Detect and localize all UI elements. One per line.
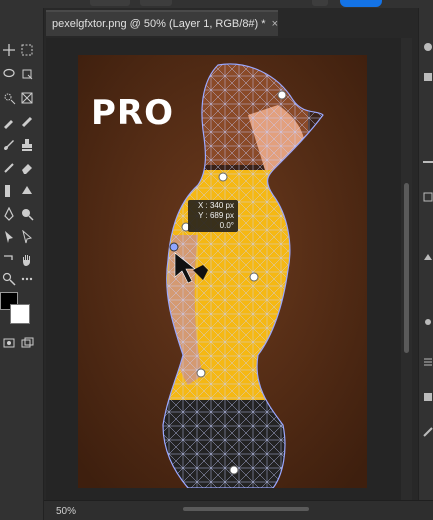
custom-shape-icon[interactable] [0,251,18,269]
commit-button[interactable] [340,0,382,7]
readout-angle: 0.0° [219,221,234,230]
canvas-image[interactable]: PRO [78,55,367,488]
tools-panel [0,8,44,520]
quick-select-icon[interactable] [0,89,18,107]
options-control[interactable] [140,0,172,6]
panel-icon[interactable] [419,388,433,406]
horizontal-scroll-thumb[interactable] [183,507,309,511]
eraser-icon[interactable] [18,159,36,177]
stamp-icon[interactable] [18,136,36,154]
bucket-icon[interactable] [18,182,36,200]
more-icon[interactable] [18,270,36,288]
overlay-text: PRO [91,93,175,133]
move-icon[interactable] [0,41,18,59]
panel-icon[interactable] [419,353,433,371]
marquee-icon[interactable] [18,41,36,59]
transform-readout: X : 340 px Y : 689 px 0.0° [188,200,238,232]
options-control[interactable] [312,0,328,6]
panel-icon[interactable] [419,423,433,441]
options-bar [0,0,433,8]
artboard-icon[interactable] [18,65,36,83]
panel-icon[interactable] [419,68,433,86]
screen-mode-icon[interactable] [18,334,36,352]
panel-icon[interactable] [419,188,433,206]
document-tab[interactable]: pexelgfxtor.png @ 50% (Layer 1, RGB/8#) … [46,10,278,36]
path-select-icon[interactable] [0,228,18,246]
readout-x: X : 340 px [197,201,234,210]
panel-icon[interactable] [419,153,433,171]
right-panel-strip [418,8,433,520]
close-icon[interactable]: × [272,18,278,30]
gradient-icon[interactable] [0,182,18,200]
eyedropper-icon[interactable] [0,113,18,131]
document-tab-title: pexelgfxtor.png @ 50% (Layer 1, RGB/8#) … [52,18,266,30]
hand-icon[interactable] [18,251,36,269]
history-brush-icon[interactable] [0,159,18,177]
healing-icon[interactable] [18,113,36,131]
options-control[interactable] [90,0,130,6]
background-color-swatch[interactable] [10,304,30,324]
vertical-scroll-thumb[interactable] [404,183,409,353]
frame-icon[interactable] [18,89,36,107]
readout-y: Y : 689 px [198,211,234,220]
brush-icon[interactable] [0,136,18,154]
horizontal-scrollbar[interactable] [46,504,401,514]
direct-select-icon[interactable] [18,228,36,246]
dodge-icon[interactable] [18,205,36,223]
vertical-scrollbar[interactable] [401,38,412,500]
quick-mask-icon[interactable] [0,334,18,352]
pen-icon[interactable] [0,205,18,223]
lasso-icon[interactable] [0,65,18,83]
panel-icon[interactable] [419,248,433,266]
zoom-icon[interactable] [0,270,18,288]
panel-icon[interactable] [419,38,433,56]
panel-icon[interactable] [419,313,433,331]
